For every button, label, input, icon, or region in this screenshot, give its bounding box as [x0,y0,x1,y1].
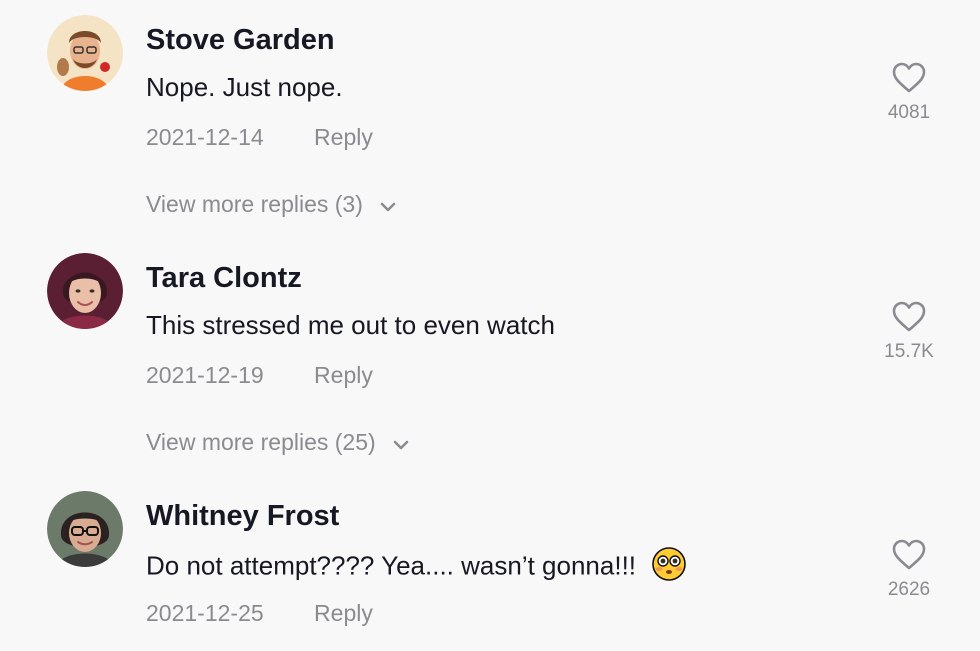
like-count: 2626 [887,579,931,600]
avatar[interactable] [47,491,123,567]
comment-meta: 2021-12-14 Reply [146,124,373,151]
avatar[interactable] [47,15,123,91]
reply-button[interactable]: Reply [314,362,373,389]
username[interactable]: Whitney Frost [146,500,339,533]
view-more-replies-label: View more replies (3) [146,191,363,217]
chevron-down-icon [379,192,397,219]
view-more-replies-button[interactable]: View more replies (3) [146,191,397,219]
chevron-down-icon [392,430,410,457]
reply-button[interactable]: Reply [314,124,373,151]
comment-meta: 2021-12-25 Reply [146,600,373,627]
username[interactable]: Stove Garden [146,24,335,57]
like-button[interactable]: 2626 [874,539,944,601]
like-button[interactable]: 15.7K [874,301,944,363]
comment-date: 2021-12-14 [146,124,264,150]
view-more-replies-button[interactable]: View more replies (25) [146,429,410,457]
flushed-face-icon [651,546,687,589]
like-button[interactable]: 4081 [874,62,944,124]
heart-outline-icon [874,62,944,94]
comment-date: 2021-12-19 [146,362,264,388]
comment-meta: 2021-12-19 Reply [146,362,373,389]
like-count: 15.7K [884,341,934,362]
view-more-replies-label: View more replies (25) [146,429,376,455]
comment-text: Do not attempt???? Yea.... wasn’t gonna!… [146,546,687,589]
comment-text-content: Do not attempt???? Yea.... wasn’t gonna!… [146,550,637,581]
comment-date: 2021-12-25 [146,600,264,626]
reply-button[interactable]: Reply [314,600,373,627]
comment-text: This stressed me out to even watch [146,310,555,340]
comment-text: Nope. Just nope. [146,72,343,102]
avatar[interactable] [47,253,123,329]
heart-outline-icon [874,539,944,571]
heart-outline-icon [874,301,944,333]
username[interactable]: Tara Clontz [146,262,302,295]
like-count: 4081 [887,102,931,123]
